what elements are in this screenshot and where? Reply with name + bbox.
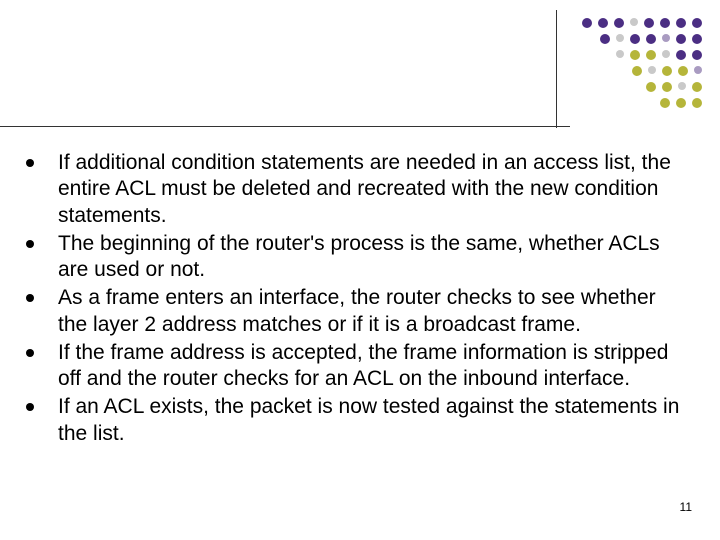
decoration-dot: [676, 50, 686, 60]
decoration-dot: [692, 82, 702, 92]
decoration-dot: [678, 66, 688, 76]
decoration-dot: [630, 50, 640, 60]
decoration-dot: [582, 18, 592, 28]
decoration-dot-grid: [557, 18, 702, 128]
bullet-marker-icon: [26, 403, 34, 411]
bullet-marker-icon: [26, 294, 34, 302]
bullet-marker-icon: [26, 349, 34, 357]
decoration-dot: [692, 98, 702, 108]
bullet-item: The beginning of the router's process is…: [20, 231, 680, 284]
bullet-marker-icon: [26, 240, 34, 248]
decoration-dot: [616, 34, 624, 42]
decoration-dot: [662, 50, 670, 58]
decoration-dot: [676, 34, 686, 44]
decoration-dot: [630, 18, 638, 26]
decoration-dot: [678, 82, 686, 90]
decoration-dot: [692, 50, 702, 60]
bullet-item: If the frame address is accepted, the fr…: [20, 340, 680, 393]
bullet-marker-icon: [26, 159, 34, 167]
decoration-dot: [646, 82, 656, 92]
decoration-dot: [660, 18, 670, 28]
decoration-dot: [644, 18, 654, 28]
bullet-text: If the frame address is accepted, the fr…: [58, 340, 680, 393]
decoration-horizontal-line: [0, 126, 570, 127]
bullet-item: If additional condition statements are n…: [20, 150, 680, 229]
bullet-item: As a frame enters an interface, the rout…: [20, 285, 680, 338]
slide-content: If additional condition statements are n…: [20, 150, 680, 449]
decoration-dot: [630, 34, 640, 44]
decoration-dot: [676, 18, 686, 28]
decoration-dot: [662, 34, 670, 42]
bullet-text: As a frame enters an interface, the rout…: [58, 285, 680, 338]
decoration-dot: [616, 50, 624, 58]
decoration-dot: [614, 18, 624, 28]
decoration-dot: [600, 34, 610, 44]
decoration-dot: [632, 66, 642, 76]
decoration-dot: [646, 50, 656, 60]
decoration-dot: [692, 18, 702, 28]
bullet-text: If an ACL exists, the packet is now test…: [58, 394, 680, 447]
bullet-item: If an ACL exists, the packet is now test…: [20, 394, 680, 447]
bullet-text: The beginning of the router's process is…: [58, 231, 680, 284]
decoration-dot: [598, 18, 608, 28]
decoration-dot: [676, 98, 686, 108]
decoration-dot: [646, 34, 656, 44]
decoration-dot: [692, 34, 702, 44]
decoration-dot: [694, 66, 702, 74]
decoration-dot: [662, 82, 672, 92]
page-number: 11: [680, 500, 692, 514]
bullet-text: If additional condition statements are n…: [58, 150, 680, 229]
decoration-dot: [648, 66, 656, 74]
decoration-dot: [662, 66, 672, 76]
decoration-dot: [660, 98, 670, 108]
